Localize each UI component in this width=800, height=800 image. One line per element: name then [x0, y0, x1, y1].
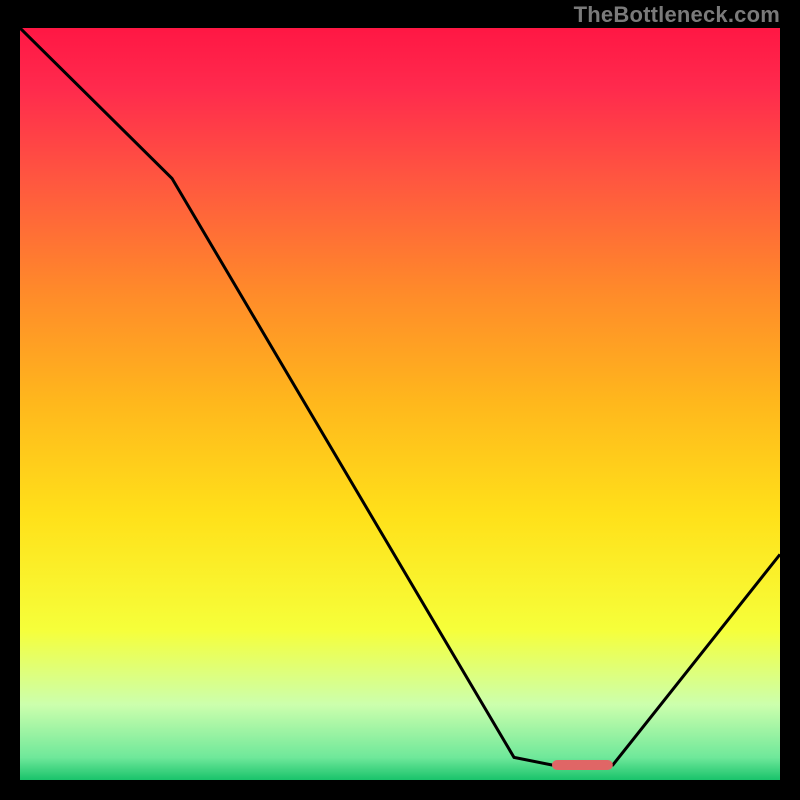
watermark-text: TheBottleneck.com	[574, 2, 780, 28]
bottleneck-chart	[20, 28, 780, 780]
chart-frame: TheBottleneck.com	[0, 0, 800, 800]
target-marker	[552, 760, 613, 770]
